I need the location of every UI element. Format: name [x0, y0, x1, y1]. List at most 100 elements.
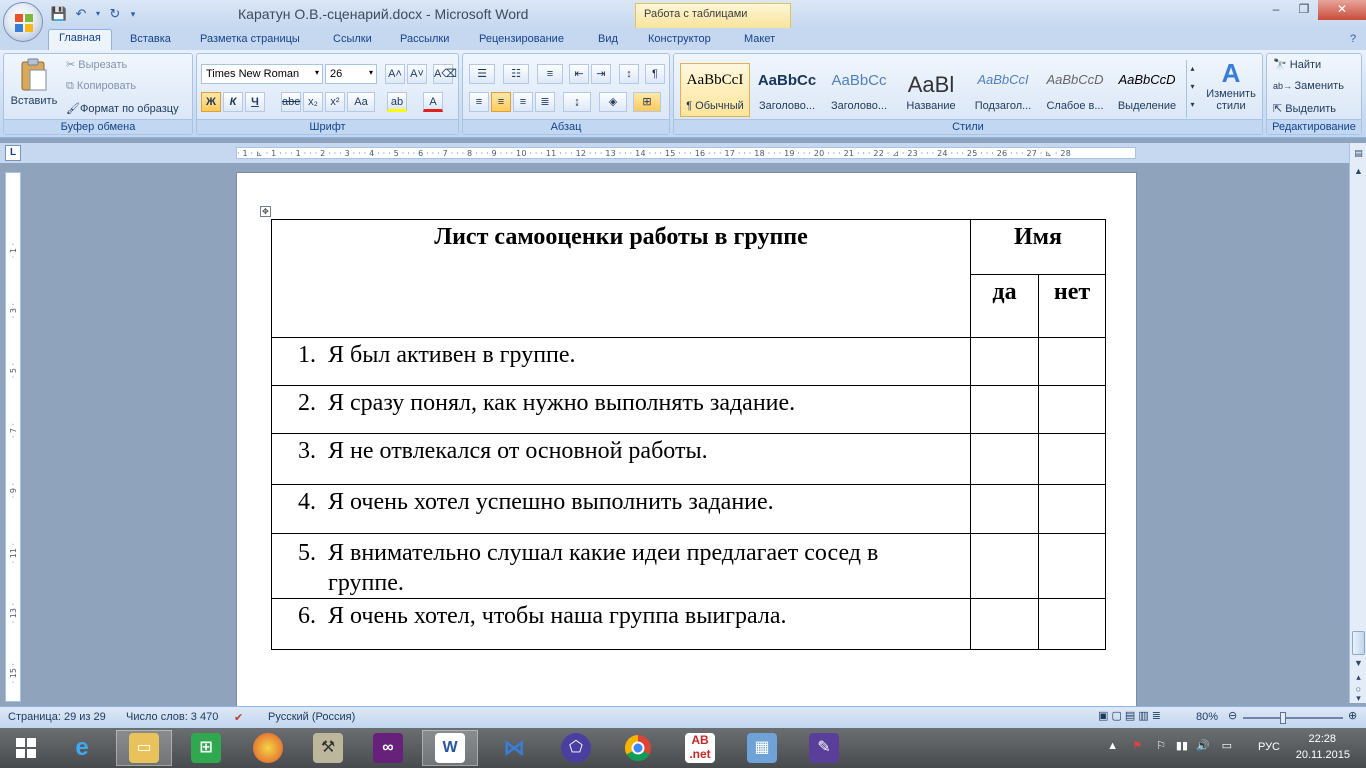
- taskbar-visual-studio[interactable]: ∞: [360, 730, 416, 766]
- help-icon[interactable]: ?: [1350, 31, 1356, 50]
- statement-cell[interactable]: 5. Я внимательно слушал какие идеи предла…: [271, 533, 971, 599]
- zoom-in-icon[interactable]: ⊕: [1348, 709, 1357, 722]
- undo-dropdown-icon[interactable]: ▾: [94, 5, 102, 23]
- show-marks-button[interactable]: ¶: [645, 64, 665, 84]
- align-right-icon[interactable]: ≡: [513, 92, 533, 112]
- vertical-ruler[interactable]: · 1 · · 3 · · 5 · · 7 · · 9 · · 11 · · 1…: [5, 172, 21, 702]
- word-count[interactable]: Число слов: 3 470: [126, 711, 218, 723]
- taskbar-word[interactable]: W: [422, 730, 478, 766]
- office-button[interactable]: [3, 2, 43, 42]
- font-size-combobox[interactable]: 26 ▾: [325, 64, 377, 84]
- tab-design[interactable]: Конструктор: [648, 31, 711, 50]
- numbering-icon[interactable]: ☷: [503, 64, 529, 84]
- bold-button[interactable]: Ж: [201, 92, 221, 112]
- undo-icon[interactable]: ↶: [72, 5, 90, 23]
- decrease-indent-icon[interactable]: ⇤: [569, 64, 589, 84]
- styles-scroll-icon[interactable]: ▴ ▾ ▾: [1186, 60, 1198, 118]
- scroll-up-icon[interactable]: ▲: [1351, 163, 1366, 179]
- input-language[interactable]: РУС: [1258, 741, 1280, 753]
- yes-cell[interactable]: [970, 385, 1039, 434]
- clock-time[interactable]: 22:28: [1308, 733, 1336, 745]
- tab-mailings[interactable]: Рассылки: [400, 31, 449, 50]
- italic-button[interactable]: К: [223, 92, 243, 112]
- table-title-cell[interactable]: Лист самооценки работы в группе: [271, 219, 971, 338]
- save-icon[interactable]: 💾: [50, 5, 68, 23]
- document-page[interactable]: ✥ Лист самооценки работы в группе Имя да…: [236, 172, 1137, 712]
- page-indicator[interactable]: Страница: 29 из 29: [8, 711, 106, 723]
- tab-references[interactable]: Ссылки: [333, 31, 372, 50]
- table-move-handle-icon[interactable]: ✥: [260, 206, 271, 217]
- no-cell[interactable]: [1038, 337, 1106, 386]
- zoom-out-icon[interactable]: ⊖: [1228, 709, 1237, 722]
- yes-cell[interactable]: [970, 433, 1039, 485]
- align-left-icon[interactable]: ≡: [469, 92, 489, 112]
- clear-formatting-icon[interactable]: A⌫: [433, 64, 457, 84]
- no-cell[interactable]: [1038, 385, 1106, 434]
- superscript-button[interactable]: x²: [325, 92, 345, 112]
- style-heading1[interactable]: AaBbCc Заголово...: [752, 63, 822, 117]
- zoom-slider-track[interactable]: [1243, 717, 1343, 719]
- statement-cell[interactable]: 2. Я сразу понял, как нужно выполнять зад…: [271, 385, 971, 434]
- select-button[interactable]: ⇱ Выделить: [1273, 102, 1336, 115]
- network-icon[interactable]: ▮▮: [1176, 739, 1188, 752]
- no-header-cell[interactable]: нет: [1038, 274, 1106, 338]
- no-cell[interactable]: [1038, 533, 1106, 599]
- tab-page-layout[interactable]: Разметка страницы: [200, 31, 300, 50]
- volume-icon[interactable]: 🔊: [1196, 739, 1210, 752]
- no-cell[interactable]: [1038, 598, 1106, 650]
- taskbar-chrome[interactable]: [610, 730, 666, 766]
- statement-cell[interactable]: 4. Я очень хотел успешно выполнить задани…: [271, 484, 971, 534]
- tab-selector[interactable]: L: [5, 145, 21, 161]
- sort-icon[interactable]: ↕: [619, 64, 639, 84]
- justify-icon[interactable]: ≣: [535, 92, 555, 112]
- font-name-combobox[interactable]: Times New Roman ▾: [201, 64, 323, 84]
- redo-icon[interactable]: ↻: [106, 5, 124, 23]
- change-case-button[interactable]: Aa: [347, 92, 375, 112]
- style-emphasis[interactable]: AaBbCcD Выделение: [1112, 63, 1182, 117]
- yes-cell[interactable]: [970, 337, 1039, 386]
- subscript-button[interactable]: x₂: [303, 92, 323, 112]
- highlight-icon[interactable]: ab: [387, 92, 407, 112]
- taskbar-app-chart[interactable]: [240, 730, 296, 766]
- taskbar-vs-code[interactable]: ⋈: [486, 730, 542, 766]
- minimize-button[interactable]: ‒: [1262, 0, 1290, 20]
- tab-home[interactable]: Главная: [48, 29, 112, 50]
- align-center-icon[interactable]: ≡: [491, 92, 511, 112]
- proofing-icon[interactable]: ✔: [234, 711, 243, 724]
- zoom-slider-thumb[interactable]: [1280, 712, 1286, 724]
- find-button[interactable]: 🔭 Найти: [1273, 58, 1321, 71]
- strikethrough-button[interactable]: abe: [281, 92, 301, 112]
- replace-button[interactable]: ab→ Заменить: [1273, 80, 1344, 92]
- taskbar-ie[interactable]: e: [54, 730, 110, 766]
- language-indicator[interactable]: Русский (Россия): [268, 711, 355, 723]
- taskbar-abc-net[interactable]: AB .net: [672, 730, 728, 766]
- no-cell[interactable]: [1038, 433, 1106, 485]
- shrink-font-button[interactable]: A˅: [407, 64, 427, 84]
- windows-start-button[interactable]: [0, 730, 52, 766]
- horizontal-ruler[interactable]: · 1 · ⊾ · 1 · · · 1 · · · 2 · · · 3 · · …: [236, 147, 1136, 159]
- ruler-toggle-icon[interactable]: ▤: [1351, 145, 1366, 161]
- name-header-cell[interactable]: Имя: [970, 219, 1106, 275]
- bullets-icon[interactable]: ☰: [469, 64, 495, 84]
- scroll-thumb[interactable]: [1352, 631, 1365, 655]
- yes-cell[interactable]: [970, 598, 1039, 650]
- tab-view[interactable]: Вид: [598, 31, 618, 50]
- zoom-level[interactable]: 80%: [1196, 711, 1218, 723]
- flag-icon[interactable]: ⚐: [1156, 739, 1166, 752]
- action-center-icon[interactable]: ⚑: [1132, 739, 1142, 752]
- next-page-icon[interactable]: ▾: [1351, 693, 1366, 703]
- paste-button[interactable]: Вставить: [10, 58, 58, 116]
- copy-button[interactable]: ⧉ Копировать: [66, 80, 136, 93]
- customize-qat-icon[interactable]: ▾: [128, 5, 138, 23]
- change-styles-button[interactable]: A Изменить стили: [1202, 58, 1260, 112]
- style-normal[interactable]: AaBbCcI ¶ Обычный: [680, 63, 750, 117]
- taskbar-control-panel[interactable]: ▦: [734, 730, 790, 766]
- tab-insert[interactable]: Вставка: [130, 31, 171, 50]
- style-subtitle[interactable]: AaBbCcI Подзагол...: [968, 63, 1038, 117]
- maximize-button[interactable]: ❐: [1290, 0, 1318, 20]
- statement-cell[interactable]: 3. Я не отвлекался от основной работы.: [271, 433, 971, 485]
- tray-expand-icon[interactable]: ▲: [1107, 740, 1118, 752]
- taskbar-store[interactable]: ⊞: [178, 730, 234, 766]
- shading-icon[interactable]: ◈: [599, 92, 627, 112]
- statement-cell[interactable]: 6. Я очень хотел, чтобы наша группа выигр…: [271, 598, 971, 650]
